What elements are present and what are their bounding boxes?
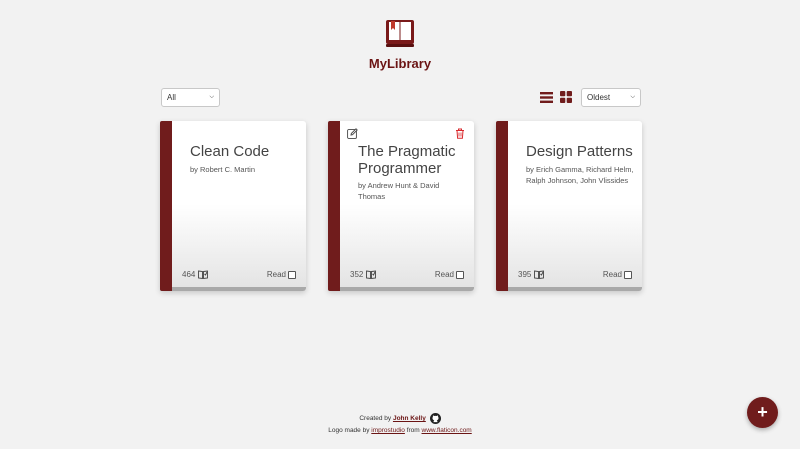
app-title: MyLibrary xyxy=(368,56,432,71)
chevron-down-icon: ⌵ xyxy=(630,94,635,100)
author-link[interactable]: John Kelly xyxy=(393,415,426,422)
book-pages: 352 xyxy=(350,270,377,279)
read-toggle[interactable]: Read xyxy=(435,270,464,279)
chevron-down-icon: ⌵ xyxy=(209,94,214,100)
logo-credits: Logo made by improstudio from www.flatic… xyxy=(0,425,800,437)
read-checkbox[interactable] xyxy=(624,270,632,279)
read-toggle[interactable]: Read xyxy=(267,270,296,279)
book-title: The Pragmatic Programmer xyxy=(358,143,456,177)
page-count: 352 xyxy=(350,270,364,279)
book-title: Design Patterns xyxy=(526,143,633,160)
open-book-icon xyxy=(366,270,377,279)
edit-icon[interactable] xyxy=(347,128,358,139)
footer-credits: Created by John Kelly xyxy=(0,413,800,425)
github-icon[interactable] xyxy=(429,413,441,424)
header: MyLibrary xyxy=(0,18,800,71)
open-book-icon xyxy=(534,270,545,279)
read-toggle[interactable]: Read xyxy=(603,270,632,279)
add-book-button[interactable]: + xyxy=(747,397,778,428)
book-card[interactable]: Clean Code by Robert C. Martin 464 Read xyxy=(160,121,306,291)
read-checkbox[interactable] xyxy=(288,270,296,279)
footer: Created by John Kelly Logo made by impro… xyxy=(0,413,800,437)
filter-select-value: All xyxy=(167,93,176,102)
book-card[interactable]: Design Patterns by Erich Gamma, Richard … xyxy=(496,121,642,291)
book-author: by Erich Gamma, Richard Helm, Ralph John… xyxy=(526,165,634,185)
book-card[interactable]: The Pragmatic Programmer by Andrew Hunt … xyxy=(328,121,474,291)
logo-from-text: from xyxy=(406,427,420,435)
list-view-icon xyxy=(539,91,553,103)
list-view-button[interactable] xyxy=(538,89,554,105)
book-pages: 464 xyxy=(182,270,209,279)
read-label: Read xyxy=(434,270,454,279)
read-checkbox[interactable] xyxy=(456,270,464,279)
book-pages: 395 xyxy=(518,270,545,279)
open-book-icon xyxy=(198,270,209,279)
logo-credit-text: Logo made by xyxy=(328,427,370,435)
trash-icon[interactable] xyxy=(455,128,465,139)
sort-select[interactable]: Oldest ⌵ xyxy=(581,88,641,107)
book-author: by Andrew Hunt & David Thomas xyxy=(358,181,440,201)
book-spine xyxy=(160,121,172,291)
filter-select[interactable]: All ⌵ xyxy=(161,88,220,107)
sort-select-value: Oldest xyxy=(587,93,611,102)
logo-author-link[interactable]: improstudio xyxy=(371,427,405,434)
book-logo-icon xyxy=(386,20,414,47)
book-grid: Clean Code by Robert C. Martin 464 Read … xyxy=(160,121,642,291)
book-title: Clean Code xyxy=(190,143,270,160)
flaticon-link[interactable]: www.flaticon.com xyxy=(422,427,472,434)
book-author: by Robert C. Martin xyxy=(190,165,256,174)
grid-view-button[interactable] xyxy=(558,89,574,105)
toolbar: All ⌵ Oldest ⌵ xyxy=(161,88,641,107)
grid-view-icon xyxy=(560,91,572,103)
page-count: 395 xyxy=(518,270,532,279)
book-spine xyxy=(328,121,340,291)
book-spine xyxy=(496,121,508,291)
created-by-text: Created by xyxy=(359,415,392,423)
read-label: Read xyxy=(266,270,286,279)
read-label: Read xyxy=(602,270,622,279)
plus-icon: + xyxy=(757,402,768,422)
page-count: 464 xyxy=(182,270,196,279)
